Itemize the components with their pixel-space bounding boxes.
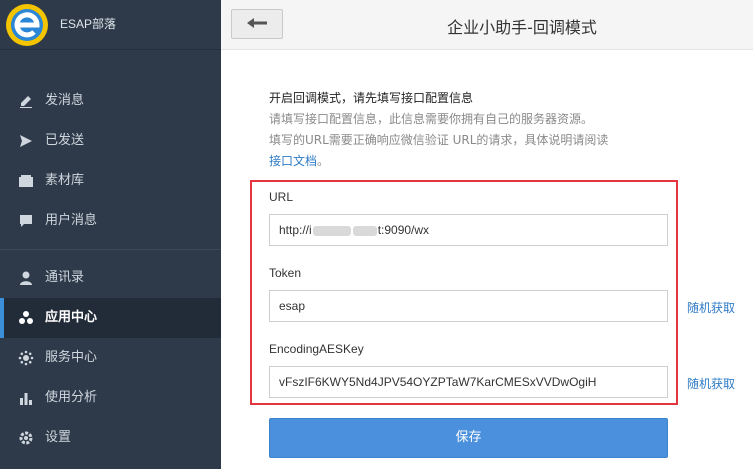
folder-icon — [19, 175, 33, 187]
token-label: Token — [269, 266, 302, 280]
intro-line-1: 请填写接口配置信息，此信息需要你拥有自己的服务器资源。 — [269, 112, 594, 126]
sidebar-item-service-center[interactable]: 服务中心 — [0, 338, 221, 378]
bar-chart-icon — [20, 393, 32, 405]
token-input[interactable]: esap — [269, 290, 668, 322]
url-prefix: http://i — [279, 223, 312, 237]
page-header: 企业小助手-回调模式 — [221, 0, 753, 50]
page-title: 企业小助手-回调模式 — [447, 18, 597, 37]
sidebar-item-label: 应用中心 — [45, 310, 98, 325]
chat-icon — [20, 215, 32, 227]
aes-key-label: EncodingAESKey — [269, 342, 364, 356]
sidebar-item-label: 素材库 — [45, 173, 85, 188]
save-button[interactable]: 保存 — [269, 418, 668, 458]
intro-line-3: 接口文档。 — [269, 152, 329, 169]
logo-area: ESAP部落 — [0, 0, 221, 50]
sidebar-item-label: 发消息 — [45, 93, 85, 108]
sidebar-divider — [0, 249, 221, 250]
settings-icon — [19, 431, 33, 445]
sidebar-item-send-message[interactable]: 发消息 — [0, 81, 221, 121]
redacted-blur — [312, 225, 351, 236]
api-docs-link[interactable]: 接口文档 — [269, 154, 317, 168]
sidebar-item-user-messages[interactable]: 用户消息 — [0, 201, 221, 241]
sidebar-item-label: 设置 — [45, 430, 72, 445]
apps-icon — [19, 311, 33, 324]
sidebar-item-analytics[interactable]: 使用分析 — [0, 378, 221, 418]
sidebar-item-label: 使用分析 — [45, 390, 98, 405]
sidebar-item-materials[interactable]: 素材库 — [0, 161, 221, 201]
random-token-link[interactable]: 随机获取 — [687, 299, 735, 316]
sidebar-item-label: 用户消息 — [45, 213, 98, 228]
sidebar: ESAP部落 发消息 已发送 素材库 用户消息 通讯录 应用中心 服务中心 使用… — [0, 0, 221, 469]
sidebar-item-settings[interactable]: 设置 — [0, 418, 221, 458]
intro-line-2: 填写的URL需要正确响应微信验证 URL的请求，具体说明请阅读 — [269, 133, 609, 147]
send-icon — [20, 135, 32, 147]
sidebar-item-label: 通讯录 — [45, 270, 85, 285]
url-label: URL — [269, 190, 294, 204]
sidebar-item-label: 服务中心 — [45, 350, 98, 365]
random-aes-key-link[interactable]: 随机获取 — [687, 375, 735, 392]
sidebar-item-sent[interactable]: 已发送 — [0, 121, 221, 161]
pencil-icon — [20, 96, 32, 108]
aes-key-input[interactable]: vFszIF6KWY5Nd4JPV54OYZPTaW7KarCMESxVVDwO… — [269, 366, 668, 398]
esap-logo-icon — [6, 4, 48, 46]
user-icon — [20, 271, 32, 285]
url-suffix: t:9090/wx — [377, 223, 430, 237]
redacted-blur — [352, 225, 377, 236]
url-input[interactable]: http://i t:9090/wx — [269, 214, 668, 246]
brand-name: ESAP部落 — [60, 17, 117, 31]
sidebar-item-app-center[interactable]: 应用中心 — [0, 298, 221, 338]
sidebar-item-label: 已发送 — [45, 133, 85, 148]
intro-link-suffix: 。 — [317, 154, 330, 168]
intro-title: 开启回调模式，请先填写接口配置信息 — [269, 91, 474, 105]
sidebar-item-contacts[interactable]: 通讯录 — [0, 258, 221, 298]
gear-dots-icon — [18, 350, 34, 366]
